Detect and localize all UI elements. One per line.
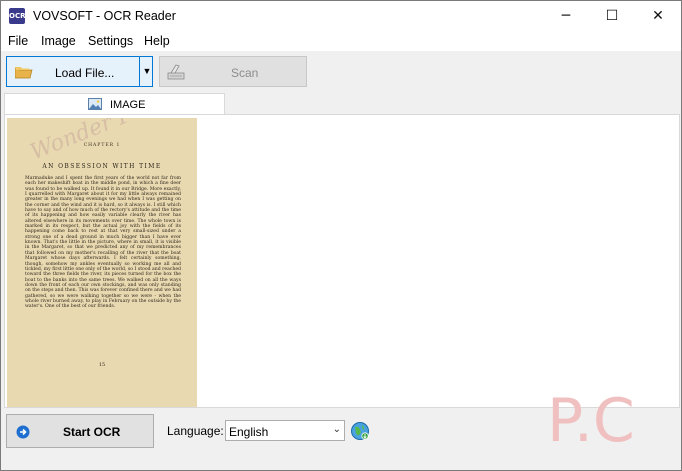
tab-image-label: IMAGE (110, 99, 146, 111)
folder-icon (14, 66, 33, 82)
document-watermark: Wonder PC (26, 118, 152, 166)
maximize-button[interactable]: ☐ (589, 1, 635, 31)
load-file-label: Load File... (55, 66, 115, 80)
start-ocr-label: Start OCR (63, 425, 121, 439)
language-label: Language: (167, 424, 224, 438)
maximize-icon: ☐ (605, 8, 619, 24)
close-button[interactable]: ✕ (635, 1, 681, 31)
language-select[interactable]: English ⌄ (225, 420, 345, 441)
document-heading: AN OBSESSION WITH TIME (42, 163, 162, 170)
menu-help[interactable]: Help (144, 34, 170, 48)
toolbar: Load File... ▼ Scan (1, 51, 681, 93)
document-page-number: 15 (98, 362, 106, 368)
language-value: English (229, 425, 269, 439)
image-icon (88, 98, 102, 113)
scanner-icon (167, 63, 187, 84)
arrow-right-circle-icon (16, 425, 30, 442)
app-window: OCR VOVSOFT - OCR Reader ─ ☐ ✕ File Imag… (0, 0, 682, 471)
title-bar: OCR VOVSOFT - OCR Reader ─ ☐ ✕ (1, 1, 681, 31)
tab-image[interactable]: IMAGE (4, 93, 225, 115)
chevron-down-icon: ⌄ (332, 424, 341, 435)
document-body-text: Marmaduke and I spent the first years of… (25, 176, 181, 310)
load-file-button[interactable]: Load File... ▼ (6, 56, 153, 87)
menu-image[interactable]: Image (41, 34, 76, 48)
split-divider (139, 57, 140, 86)
tab-strip: IMAGE (1, 93, 681, 115)
window-title: VOVSOFT - OCR Reader (33, 9, 176, 23)
close-icon: ✕ (652, 8, 664, 24)
menu-file[interactable]: File (8, 34, 28, 48)
minimize-button[interactable]: ─ (543, 1, 589, 31)
menu-settings[interactable]: Settings (88, 34, 133, 48)
load-dropdown-arrow-icon[interactable]: ▼ (141, 66, 153, 76)
globe-download-icon[interactable] (350, 421, 370, 441)
minimize-icon: ─ (561, 8, 571, 24)
image-panel[interactable]: Wonder PC CHAPTER 1 AN OBSESSION WITH TI… (4, 114, 680, 408)
pc-watermark: P.C (547, 386, 635, 456)
app-icon: OCR (9, 8, 25, 24)
start-ocr-button[interactable]: Start OCR (6, 414, 154, 448)
menu-bar: File Image Settings Help (1, 31, 681, 51)
scan-button[interactable]: Scan (159, 56, 307, 87)
scan-label: Scan (231, 66, 259, 80)
document-preview: Wonder PC CHAPTER 1 AN OBSESSION WITH TI… (7, 118, 197, 407)
document-chapter: CHAPTER 1 (83, 143, 121, 148)
